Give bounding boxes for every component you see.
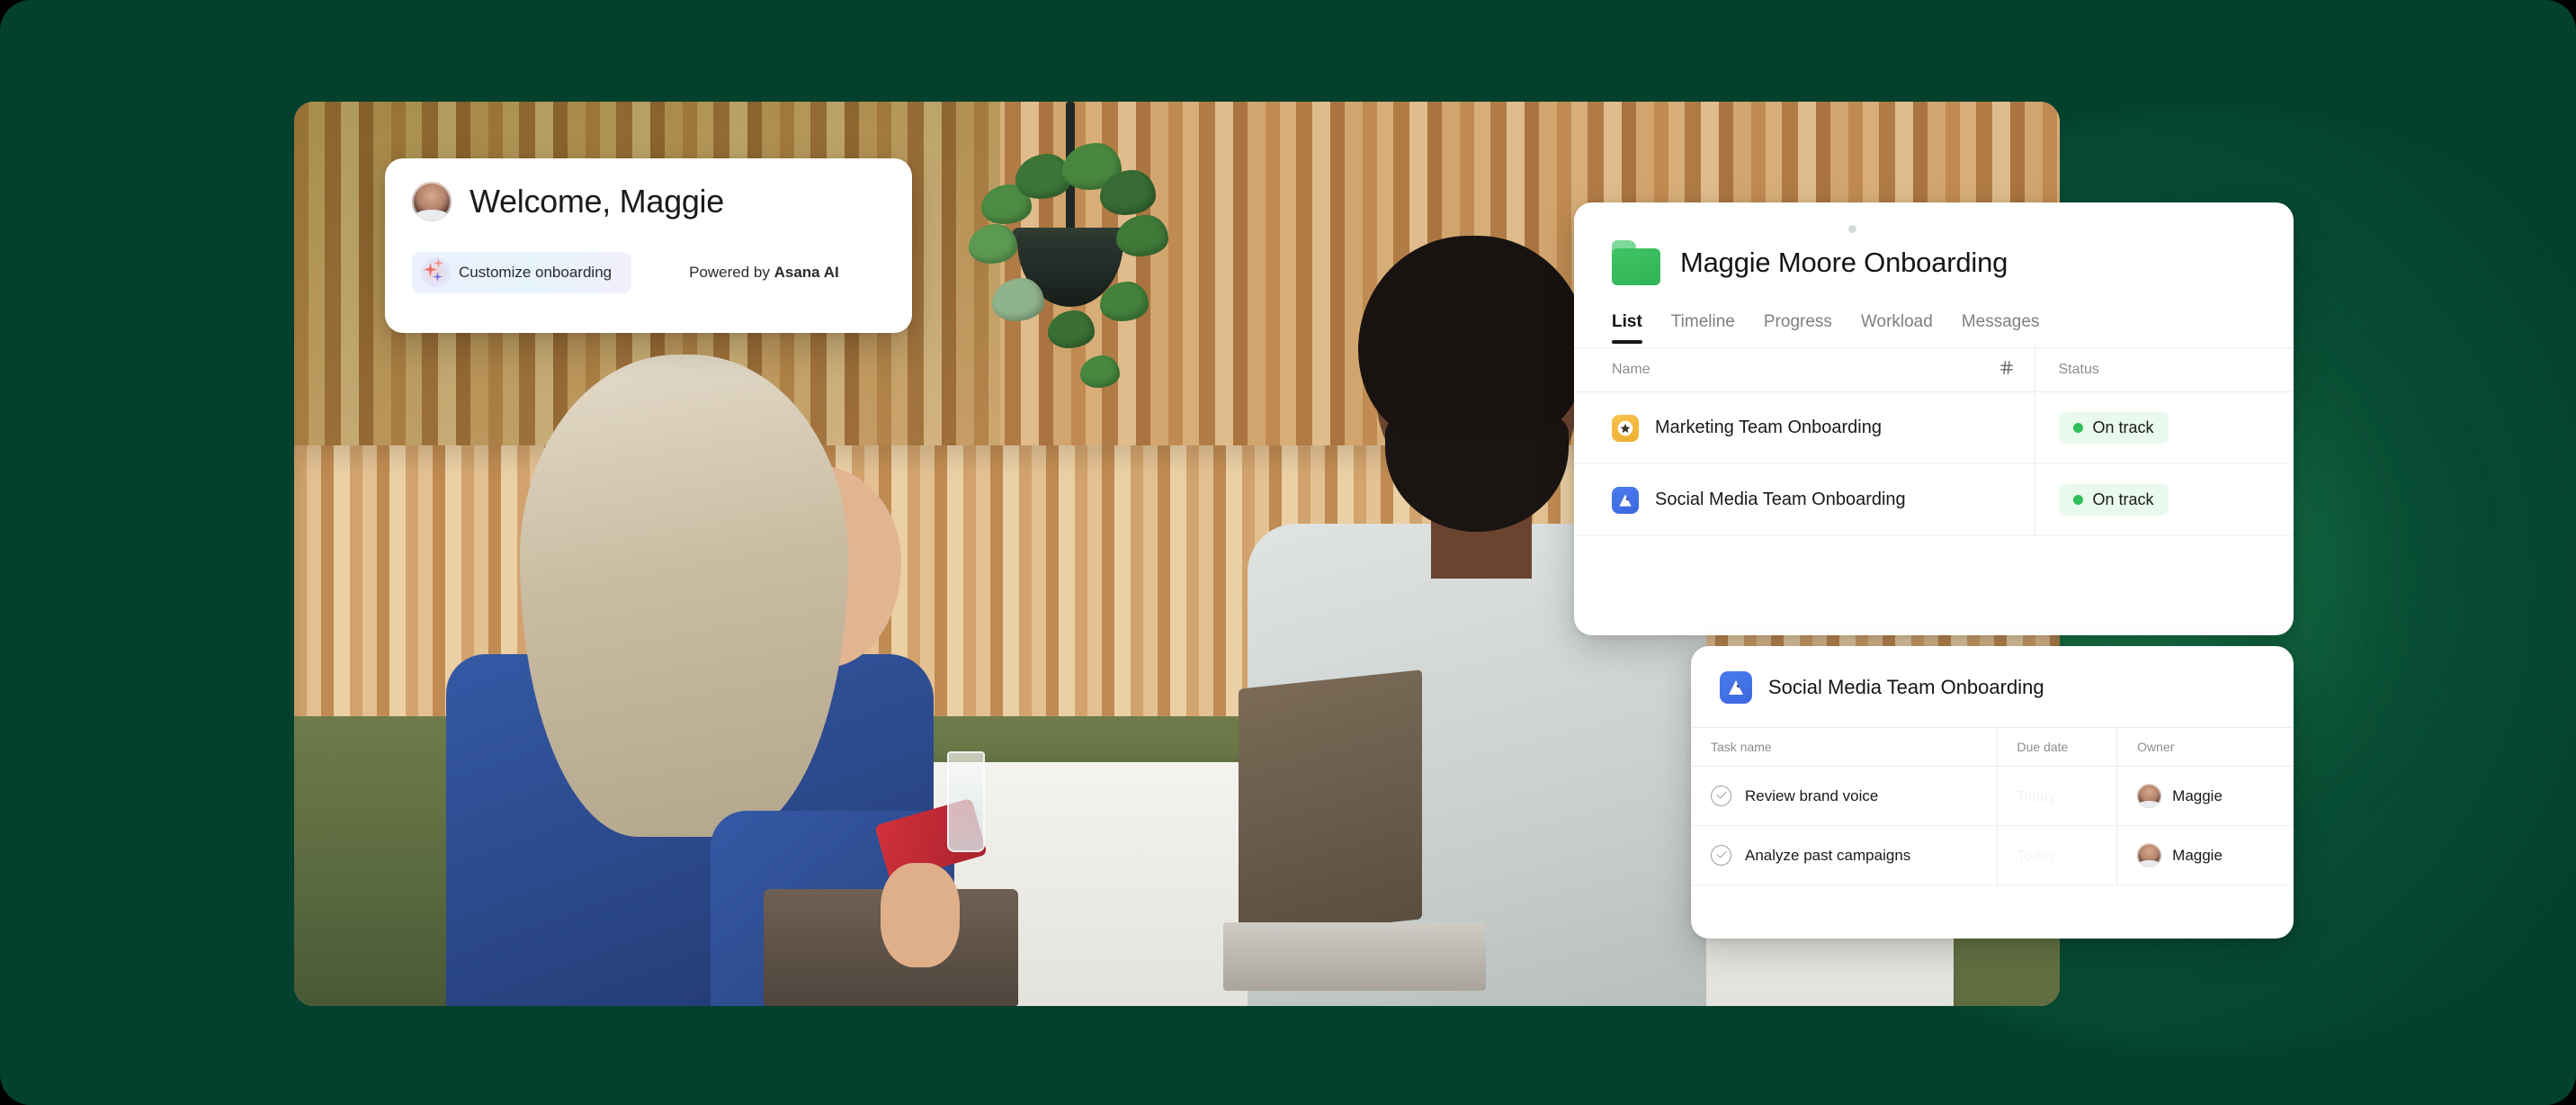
- sparkle-icon: [421, 257, 452, 288]
- tab-timeline[interactable]: Timeline: [1671, 312, 1735, 344]
- powered-by-prefix: Powered by: [689, 264, 774, 281]
- water-glass: [947, 751, 986, 853]
- status-badge: On track: [2058, 412, 2169, 444]
- task-owner-cell: Maggie: [2116, 825, 2294, 885]
- page-root: Welcome, Maggie Customize onboarding Pow…: [0, 0, 2576, 1105]
- star-icon: [1612, 414, 1639, 442]
- hanging-plant: [965, 102, 1172, 399]
- check-circle-icon[interactable]: [1711, 786, 1731, 806]
- task-name-cell: Review brand voice: [1691, 766, 1997, 826]
- task-due-date: Today: [2017, 788, 2056, 804]
- task-due-date-cell: Today: [1996, 766, 2117, 826]
- task-name: Review brand voice: [1745, 786, 1879, 804]
- laptop-keyboard: [1223, 921, 1487, 991]
- column-header-name[interactable]: Name: [1574, 347, 2035, 392]
- person-left-hair: [520, 355, 849, 837]
- column-header-task-name[interactable]: Task name: [1691, 727, 1997, 767]
- powered-by-text: Powered by Asana AI: [689, 264, 839, 282]
- laptop-screen: [1238, 669, 1422, 939]
- status-dot-icon: [2072, 423, 2083, 433]
- laptop-open: [1223, 669, 1487, 991]
- page-title: Welcome, Maggie: [470, 183, 724, 220]
- project-row-status-cell: On track: [2034, 463, 2294, 536]
- status-badge-label: On track: [2092, 418, 2154, 436]
- column-header-name-label: Name: [1612, 362, 1650, 377]
- project-header: Maggie Moore Onboarding: [1574, 202, 2294, 285]
- project-row-name-cell: Social Media Team Onboarding: [1574, 463, 2035, 536]
- plant-leaf: [968, 224, 1017, 264]
- tab-list[interactable]: List: [1612, 312, 1642, 344]
- tab-messages[interactable]: Messages: [1962, 312, 2040, 344]
- project-row-name: Social Media Team Onboarding: [1655, 490, 1906, 509]
- mountain-icon: [1612, 486, 1639, 514]
- folder-icon: [1612, 240, 1660, 285]
- project-row-status-cell: On track: [2034, 391, 2294, 464]
- task-row[interactable]: Review brand voice Today Maggie: [1691, 766, 2294, 826]
- task-due-date: Today: [2017, 848, 2056, 864]
- task-card: Social Media Team Onboarding Task name D…: [1691, 646, 2294, 939]
- status-dot-icon: [1848, 225, 1856, 233]
- plant-leaf: [991, 278, 1044, 321]
- hash-icon[interactable]: [1999, 360, 2015, 381]
- task-owner-cell: Maggie: [2116, 766, 2294, 826]
- project-title: Maggie Moore Onboarding: [1680, 247, 2008, 278]
- powered-by-brand: Asana AI: [774, 264, 839, 281]
- tab-workload[interactable]: Workload: [1861, 312, 1933, 344]
- mountain-icon: [1720, 671, 1752, 704]
- table-row[interactable]: Social Media Team Onboarding On track: [1574, 463, 2294, 536]
- welcome-footer: Customize onboarding Powered by Asana AI: [412, 252, 885, 293]
- avatar: [412, 182, 452, 221]
- project-tabs: List Timeline Progress Workload Messages: [1574, 285, 2294, 344]
- plant-leaf: [1115, 215, 1168, 256]
- person-left-hand: [880, 862, 961, 967]
- task-row[interactable]: Analyze past campaigns Today Maggie: [1691, 825, 2294, 885]
- customize-onboarding-label: Customize onboarding: [459, 264, 613, 281]
- status-dot-icon: [2072, 495, 2083, 505]
- task-card-title: Social Media Team Onboarding: [1768, 676, 2044, 698]
- plant-leaf: [1079, 355, 1120, 388]
- task-table: Task name Due date Owner Review brand vo…: [1691, 727, 2294, 885]
- task-name-cell: Analyze past campaigns: [1691, 825, 1997, 885]
- task-card-header: Social Media Team Onboarding: [1691, 646, 2294, 727]
- status-badge: On track: [2058, 484, 2169, 516]
- task-owner-name: Maggie: [2172, 786, 2223, 804]
- table-row[interactable]: Marketing Team Onboarding On track: [1574, 391, 2294, 464]
- person-left: [435, 355, 1018, 1006]
- avatar: [2137, 784, 2162, 808]
- column-header-due-date[interactable]: Due date: [1996, 727, 2117, 767]
- check-circle-icon[interactable]: [1711, 845, 1731, 866]
- project-card: Maggie Moore Onboarding List Timeline Pr…: [1574, 202, 2294, 635]
- project-row-name-cell: Marketing Team Onboarding: [1574, 391, 2035, 464]
- table-header-row: Name Status: [1574, 347, 2294, 392]
- customize-onboarding-button[interactable]: Customize onboarding: [412, 252, 632, 293]
- person-right-hair: [1357, 236, 1588, 439]
- project-table: Name Status Marketing Team Onboarding On…: [1574, 347, 2294, 536]
- plant-leaf: [1047, 310, 1095, 348]
- tab-progress[interactable]: Progress: [1764, 312, 1832, 344]
- task-name: Analyze past campaigns: [1745, 846, 1911, 864]
- project-row-name: Marketing Team Onboarding: [1655, 418, 1882, 437]
- task-due-date-cell: Today: [1996, 825, 2117, 885]
- welcome-header: Welcome, Maggie: [412, 182, 885, 221]
- column-header-owner[interactable]: Owner: [2116, 727, 2294, 767]
- column-header-status[interactable]: Status: [2034, 347, 2294, 392]
- status-badge-label: On track: [2092, 490, 2154, 508]
- welcome-card: Welcome, Maggie Customize onboarding Pow…: [385, 158, 912, 333]
- avatar: [2137, 843, 2162, 867]
- task-table-header-row: Task name Due date Owner: [1691, 727, 2294, 767]
- task-owner-name: Maggie: [2172, 846, 2223, 864]
